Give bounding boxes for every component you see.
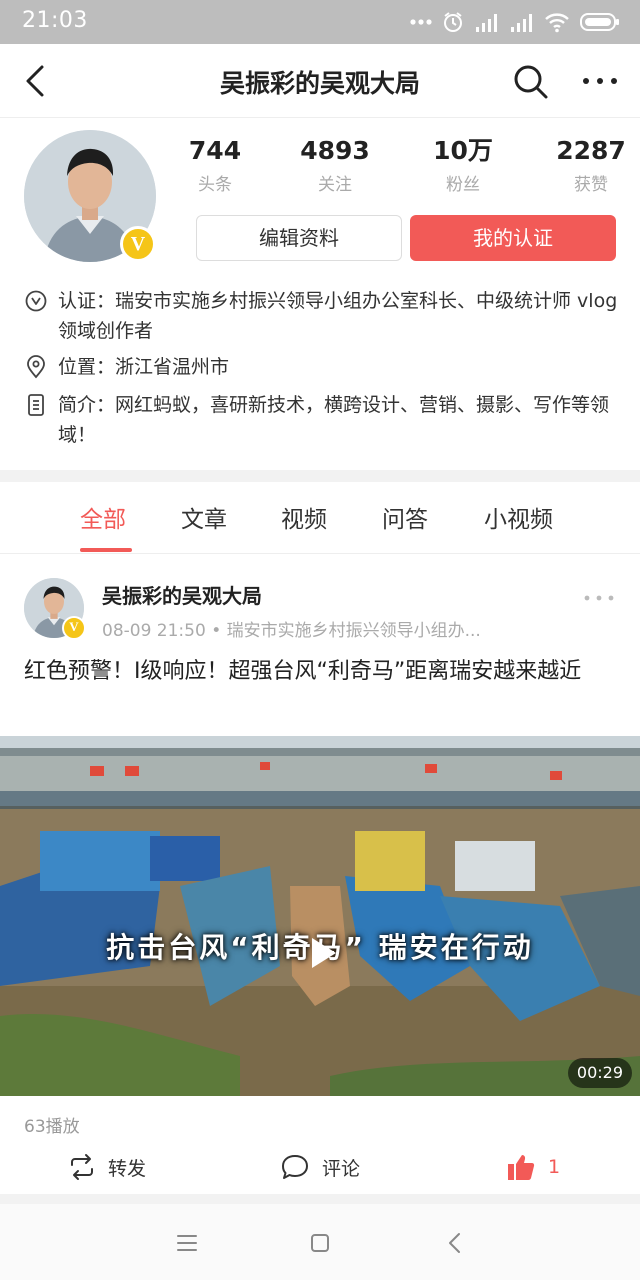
tab-articles[interactable]: 文章 [181, 500, 227, 534]
location-info: 位置：浙江省温州市 [24, 352, 620, 384]
intro-info: 简介：网红蚂蚁，喜研新技术，横跨设计、营销、摄影、写作等领域！ [24, 390, 620, 452]
video-duration: 00:29 [567, 1058, 632, 1088]
active-tab-indicator [80, 548, 132, 552]
alarm-icon [444, 12, 462, 32]
battery-icon [580, 13, 619, 31]
stat-value: 744 [188, 136, 242, 165]
stat-value: 4893 [300, 136, 370, 165]
video-thumbnail[interactable]: 抗击台风“利奇马” 瑞安在行动 00:29 [0, 736, 640, 1096]
verified-badge: V [120, 226, 156, 262]
stat-label: 获赞 [574, 175, 608, 195]
document-icon [28, 394, 44, 416]
status-bar: 21:03 [0, 0, 640, 44]
stat-label: 头条 [198, 175, 232, 195]
stat-headlines[interactable]: 744 头条 [160, 134, 270, 195]
like-button[interactable]: 1 [506, 1152, 560, 1182]
location-text: 位置：浙江省温州市 [58, 356, 230, 378]
edit-profile-button[interactable]: 编辑资料 [196, 215, 402, 261]
header-bar: 吴振彩的吴观大局 [0, 44, 640, 118]
play-count: 63播放 [24, 1117, 80, 1137]
repost-label: 转发 [108, 1157, 147, 1180]
verified-check-icon [25, 290, 47, 312]
comment-label: 评论 [322, 1157, 361, 1180]
content-tabs: 全部 文章 视频 问答 小视频 [0, 482, 640, 554]
repost-button[interactable]: 转发 [68, 1152, 146, 1182]
comment-button[interactable]: 评论 [280, 1152, 360, 1182]
stat-label: 粉丝 [446, 175, 480, 195]
status-icons [410, 10, 620, 34]
post-meta: 08-09 21:50 • 瑞安市实施乡村振兴领导小组办... [102, 621, 481, 641]
repost-icon [71, 1154, 93, 1180]
wifi-icon [545, 13, 569, 33]
like-count: 1 [548, 1156, 561, 1178]
menu-icon[interactable] [172, 1228, 202, 1258]
section-divider [0, 1194, 640, 1204]
location-pin-icon [27, 355, 45, 379]
stat-value: 10万 [433, 136, 493, 165]
section-divider [0, 470, 640, 482]
post-actions: 转发 评论 1 [0, 1142, 640, 1194]
stat-value: 2287 [556, 136, 626, 165]
more-dots-icon [410, 19, 432, 25]
system-navigation-bar [0, 1204, 640, 1280]
thumbs-up-icon [508, 1155, 535, 1180]
signal-icon [511, 14, 532, 32]
stat-followers[interactable]: 10万 粉丝 [408, 134, 518, 195]
tab-videos[interactable]: 视频 [281, 500, 327, 534]
search-icon[interactable] [510, 61, 550, 101]
play-icon[interactable] [300, 932, 342, 974]
back-triangle-icon[interactable] [440, 1228, 470, 1258]
post-author-name[interactable]: 吴振彩的吴观大局 [102, 580, 262, 609]
stat-label: 关注 [318, 175, 352, 195]
harbor-boats-image [0, 736, 640, 1096]
verification-text: 认证：瑞安市实施乡村振兴领导小组办公室科长、中级统计师 vlog领域创作者 [58, 290, 618, 342]
my-verification-button[interactable]: 我的认证 [410, 215, 616, 261]
comment-icon [282, 1155, 308, 1179]
post-title[interactable]: 红色预警！I级响应！超强台风“利奇马”距离瑞安越来越近 [24, 656, 620, 687]
hd-signal-icon [476, 14, 497, 32]
intro-text: 简介：网红蚂蚁，喜研新技术，横跨设计、营销、摄影、写作等领域！ [58, 394, 610, 446]
stat-following[interactable]: 4893 关注 [280, 134, 390, 195]
post-verified-badge: V [62, 616, 86, 640]
status-time: 21:03 [22, 8, 88, 33]
tab-short-videos[interactable]: 小视频 [484, 500, 553, 534]
post-more-icon[interactable] [582, 586, 616, 610]
home-square-icon[interactable] [305, 1228, 335, 1258]
stat-likes[interactable]: 2287 获赞 [536, 134, 640, 195]
tab-all[interactable]: 全部 [80, 500, 126, 534]
verification-info: 认证：瑞安市实施乡村振兴领导小组办公室科长、中级统计师 vlog领域创作者 [24, 286, 620, 348]
tab-qa[interactable]: 问答 [382, 500, 428, 534]
more-icon[interactable] [578, 61, 622, 101]
